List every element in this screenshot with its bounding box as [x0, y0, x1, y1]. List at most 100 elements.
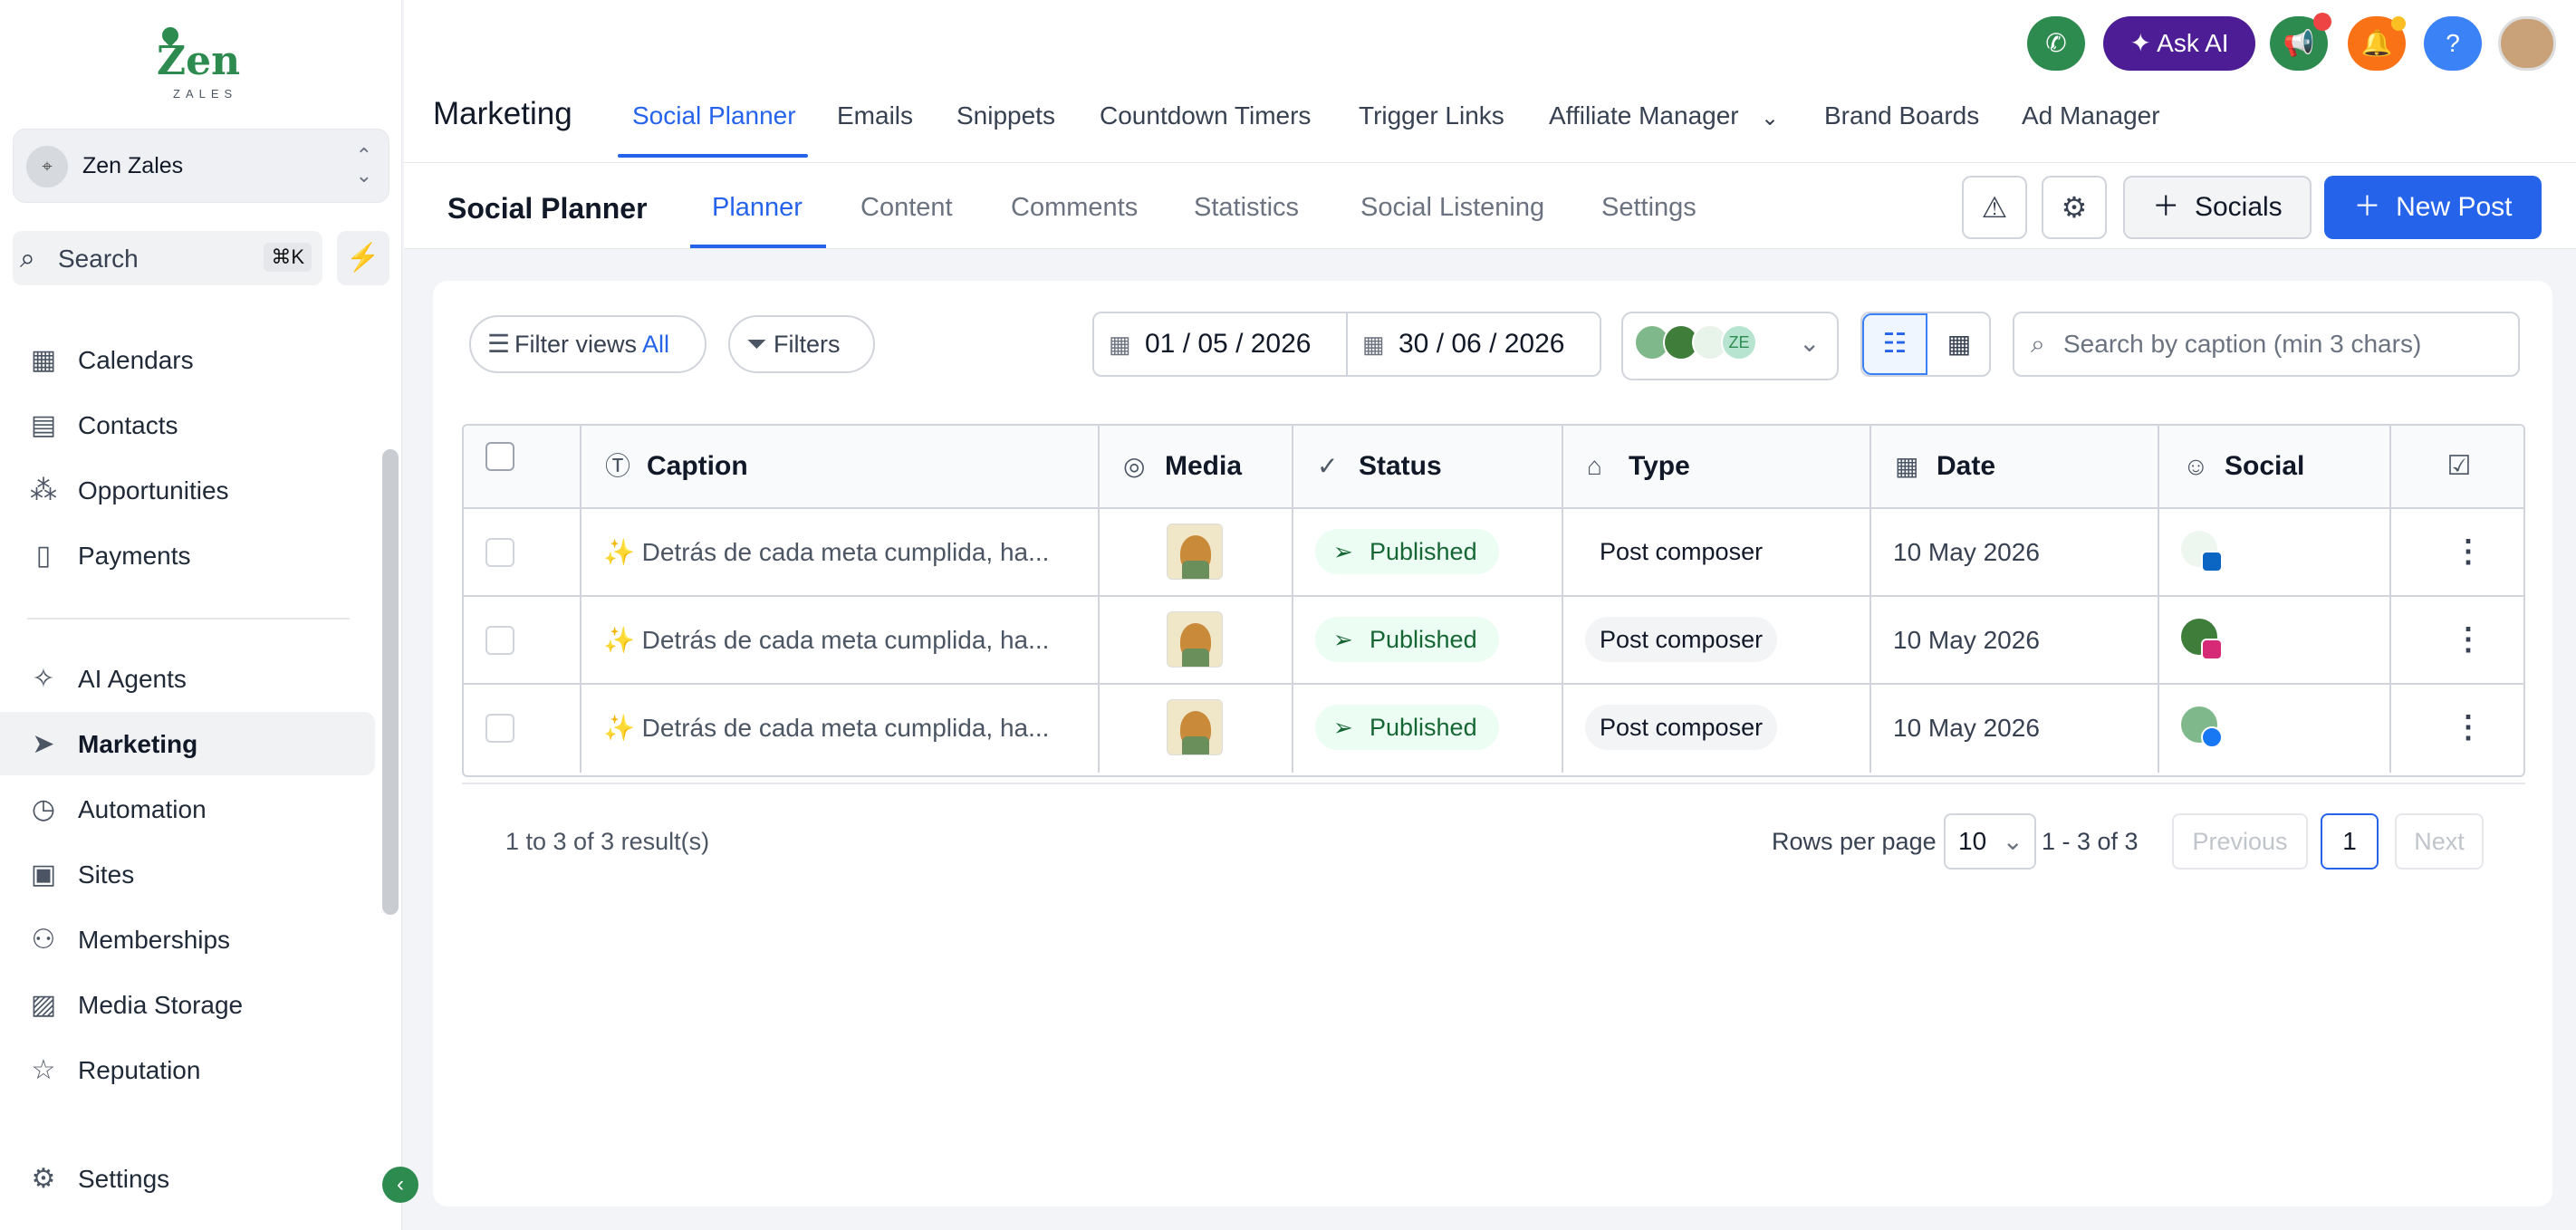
status-label: Published	[1370, 626, 1477, 653]
planner-settings-button[interactable]: ⚙	[2042, 176, 2107, 239]
media-cell[interactable]	[1100, 597, 1293, 685]
tab-comments[interactable]: Comments	[1011, 193, 1138, 223]
chevron-down-icon[interactable]: ⌄	[1761, 105, 1779, 131]
social-accounts-selector[interactable]: ZE ⌄	[1621, 312, 1839, 380]
sidebar-item-memberships[interactable]: ⚇ Memberships	[0, 908, 375, 971]
help-button[interactable]: ?	[2424, 16, 2482, 71]
tab-emails[interactable]: Emails	[837, 101, 913, 130]
tab-affiliate-manager[interactable]: Affiliate Manager	[1549, 101, 1739, 130]
status-badge: ➢ Published	[1315, 529, 1499, 574]
sparkle-icon: ✧	[32, 664, 55, 694]
date-cell: 10 May 2026	[1871, 509, 2159, 597]
date-cell: 10 May 2026	[1871, 597, 2159, 685]
caption-search-input[interactable]: ⌕ Search by caption (min 3 chars)	[2013, 312, 2520, 377]
row-actions-cell: ⋮	[2391, 597, 2523, 685]
next-page-button[interactable]: Next	[2395, 813, 2484, 870]
date-to-input[interactable]: ▦ 30 / 06 / 2026	[1346, 312, 1601, 377]
tab-brand-boards[interactable]: Brand Boards	[1824, 101, 1979, 130]
add-socials-button[interactable]: ＋ Socials	[2123, 176, 2312, 239]
sidebar-item-label: Reputation	[78, 1056, 201, 1084]
sidebar-item-label: Payments	[78, 542, 191, 570]
sidebar-item-media-storage[interactable]: ▨ Media Storage	[0, 973, 375, 1036]
send-icon: ➢	[1333, 538, 1353, 565]
table-footer-divider	[462, 783, 2525, 784]
sidebar-item-payments[interactable]: ▯ Payments	[0, 524, 375, 587]
date-from-input[interactable]: ▦ 01 / 05 / 2026	[1092, 312, 1348, 377]
feedback-button[interactable]: ⚠	[1962, 176, 2027, 239]
notification-dot	[2313, 13, 2331, 31]
social-column-header[interactable]: ☺ Social	[2159, 426, 2391, 509]
media-cell[interactable]	[1100, 685, 1293, 773]
media-column-header[interactable]: ◎ Media	[1100, 426, 1293, 509]
chevron-down-icon: ⌄	[2002, 827, 2023, 855]
list-view-button[interactable]: ☷	[1862, 313, 1927, 375]
row-checkbox[interactable]	[485, 626, 514, 655]
sidebar-item-contacts[interactable]: ▤ Contacts	[0, 393, 375, 456]
tab-content[interactable]: Content	[860, 193, 953, 223]
ask-ai-button[interactable]: ✦ Ask AI	[2103, 16, 2255, 71]
sidebar-item-sites[interactable]: ▣ Sites	[0, 842, 375, 906]
calendar-view-button[interactable]: ▦	[1927, 313, 1991, 375]
tab-social-planner[interactable]: Social Planner	[632, 101, 796, 130]
sidebar-search[interactable]: ⌕ Search ⌘K	[13, 231, 322, 285]
tab-countdown-timers[interactable]: Countdown Timers	[1100, 101, 1311, 130]
user-avatar[interactable]	[2498, 16, 2556, 71]
column-settings-header[interactable]: ☑	[2391, 426, 2523, 509]
tab-trigger-links[interactable]: Trigger Links	[1359, 101, 1504, 130]
select-all-checkbox[interactable]	[485, 442, 514, 471]
caption-cell[interactable]: ✨ Detrás de cada meta cumplida, ha...	[582, 685, 1100, 773]
sidebar-item-settings[interactable]: ⚙ Settings	[0, 1147, 375, 1210]
tab-ad-manager[interactable]: Ad Manager	[2022, 101, 2160, 130]
rows-per-page-select[interactable]: 10 ⌄	[1944, 813, 2036, 870]
previous-page-button[interactable]: Previous	[2172, 813, 2308, 870]
filters-button[interactable]: ⏷ Filters	[728, 315, 875, 373]
tab-snippets[interactable]: Snippets	[956, 101, 1055, 130]
calendar-icon: ▦	[1362, 331, 1385, 358]
media-cell[interactable]	[1100, 509, 1293, 597]
instagram-icon	[2201, 639, 2223, 660]
phone-button[interactable]: ✆	[2027, 16, 2085, 71]
more-vertical-icon[interactable]: ⋮	[2453, 685, 2484, 771]
quick-action-bolt-icon[interactable]: ⚡	[337, 231, 389, 285]
date-column-header[interactable]: ▦ Date	[1871, 426, 2159, 509]
media-thumbnail	[1167, 611, 1223, 668]
gear-icon: ⚙	[2061, 191, 2088, 224]
row-checkbox[interactable]	[485, 714, 514, 743]
tab-statistics[interactable]: Statistics	[1194, 193, 1299, 223]
tab-planner[interactable]: Planner	[712, 193, 803, 223]
type-column-header[interactable]: ⌂ Type	[1563, 426, 1871, 509]
sidebar-divider	[27, 618, 350, 620]
ask-ai-label: Ask AI	[2157, 29, 2229, 57]
user-circle-icon: ☺	[2183, 452, 2209, 480]
social-cell	[2159, 597, 2391, 685]
account-switcher[interactable]: ⌖ Zen Zales ⌃ ⌄	[13, 129, 389, 203]
zen-zales-logo[interactable]: Zen ZALES	[149, 24, 249, 101]
status-column-header[interactable]: ✓ Status	[1293, 426, 1563, 509]
tab-settings[interactable]: Settings	[1601, 193, 1697, 223]
sidebar-item-marketing[interactable]: ➤ Marketing	[0, 712, 375, 775]
collapse-sidebar-button[interactable]: ‹	[382, 1167, 418, 1203]
current-page-button[interactable]: 1	[2321, 813, 2379, 870]
new-post-button[interactable]: ＋ New Post	[2324, 176, 2542, 239]
column-settings-icon: ☑	[2446, 451, 2472, 481]
sparkle-icon: ✦	[2129, 29, 2151, 57]
sidebar-item-opportunities[interactable]: ⁂ Opportunities	[0, 458, 375, 522]
sidebar-item-automation[interactable]: ◷ Automation	[0, 777, 375, 841]
caption-cell[interactable]: ✨ Detrás de cada meta cumplida, ha...	[582, 509, 1100, 597]
row-select-cell	[464, 597, 582, 685]
filter-views-button[interactable]: ☰ Filter views All	[469, 315, 706, 373]
sidebar-item-ai-agents[interactable]: ✧ AI Agents	[0, 647, 375, 710]
row-checkbox[interactable]	[485, 538, 514, 567]
caption-cell[interactable]: ✨ Detrás de cada meta cumplida, ha...	[582, 597, 1100, 685]
send-icon: ➢	[1333, 626, 1353, 653]
sidebar: Zen ZALES ⌖ Zen Zales ⌃ ⌄ ⌕ Search ⌘K ⚡ ▦…	[0, 0, 418, 1230]
more-vertical-icon[interactable]: ⋮	[2453, 509, 2484, 595]
more-vertical-icon[interactable]: ⋮	[2453, 597, 2484, 683]
sidebar-scrollbar[interactable]	[382, 449, 399, 915]
caption-column-header[interactable]: Ⓣ Caption	[582, 426, 1100, 509]
linkedin-icon	[2201, 551, 2223, 572]
sidebar-item-reputation[interactable]: ☆ Reputation	[0, 1038, 375, 1101]
sidebar-item-calendars[interactable]: ▦ Calendars	[0, 328, 375, 391]
facebook-icon	[2201, 726, 2223, 748]
tab-social-listening[interactable]: Social Listening	[1360, 193, 1544, 223]
